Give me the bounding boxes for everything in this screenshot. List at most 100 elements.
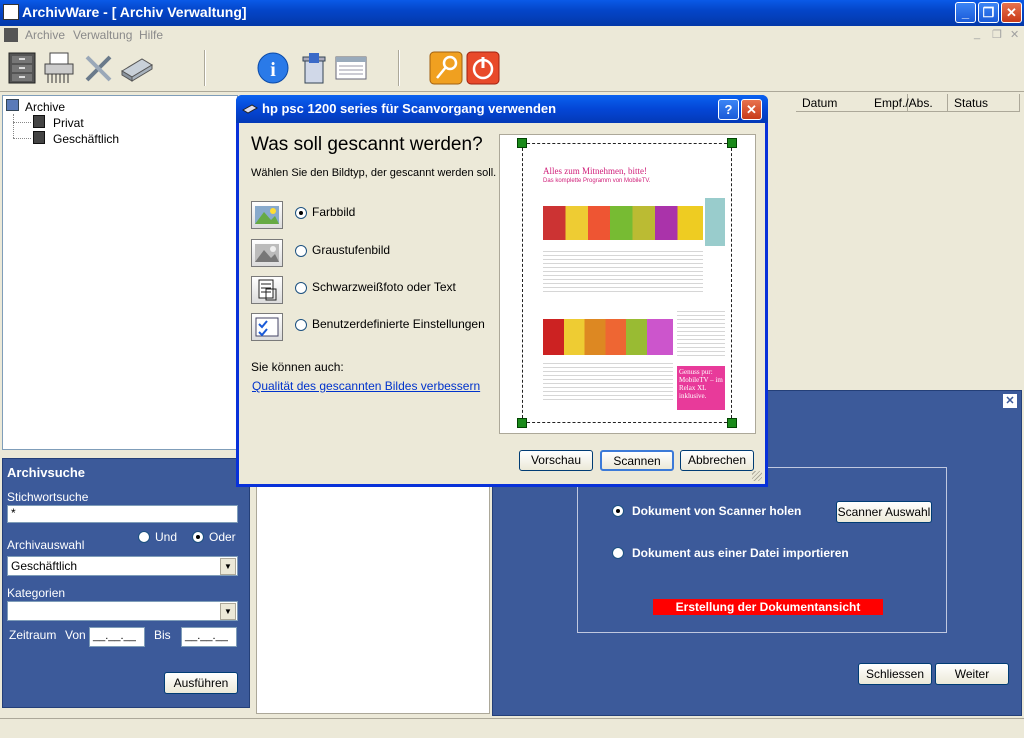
- mdi-restore-icon[interactable]: ❐: [992, 28, 1002, 41]
- power-icon[interactable]: [466, 51, 500, 85]
- preview-subline: Das komplette Programm von MobileTV.: [543, 178, 651, 184]
- preview-button[interactable]: Vorschau: [519, 450, 593, 471]
- or-radio[interactable]: [192, 531, 204, 543]
- toolbar-separator: [398, 50, 400, 86]
- archive-search-panel: Archivsuche Stichwortsuche * Und Oder Ar…: [2, 458, 250, 708]
- progress-status-bar: Erstellung der Dokumentansicht: [653, 599, 883, 615]
- period-label: Zeitraum: [9, 628, 57, 642]
- crop-handle[interactable]: [727, 138, 737, 148]
- from-date-input[interactable]: __.__.__: [89, 627, 145, 647]
- scanner-icon[interactable]: [120, 51, 154, 85]
- scanner-select-button[interactable]: Scanner Auswahl: [836, 501, 932, 523]
- file-import-radio[interactable]: [612, 547, 624, 559]
- program-text-block: [677, 308, 725, 358]
- side-banner: [705, 198, 725, 246]
- document-icon: [4, 28, 18, 42]
- scan-button[interactable]: Scannen: [600, 450, 674, 471]
- toolbar: i: [0, 46, 1024, 92]
- color-image-icon[interactable]: [251, 201, 283, 229]
- trash-icon[interactable]: [297, 51, 331, 85]
- dialog-body: Was soll gescannt werden? Wählen Sie den…: [239, 123, 765, 484]
- program-text-block: [543, 248, 703, 292]
- menu-archive[interactable]: Archive: [25, 28, 65, 42]
- tree-connector: [13, 114, 14, 138]
- to-date-input[interactable]: __.__.__: [181, 627, 237, 647]
- toolbar-separator: [204, 50, 206, 86]
- resize-grip[interactable]: [752, 471, 762, 481]
- and-radio[interactable]: [138, 531, 150, 543]
- bw-text-radio[interactable]: [295, 282, 307, 294]
- grayscale-radio[interactable]: [295, 245, 307, 257]
- dialog-heading: Was soll gescannt werden?: [251, 134, 483, 155]
- color-image-radio[interactable]: [295, 207, 307, 219]
- archive-root-icon: [6, 99, 19, 111]
- crop-handle[interactable]: [517, 418, 527, 428]
- scanner-radio[interactable]: [612, 505, 624, 517]
- chevron-down-icon[interactable]: ▼: [220, 603, 236, 620]
- document-preview-panel: [256, 486, 490, 714]
- color-image-label: Farbbild: [312, 205, 356, 219]
- column-status[interactable]: Status: [948, 94, 1020, 112]
- menu-bar: Archive Verwaltung Hilfe _ ❐ ✕: [0, 26, 1024, 46]
- dialog-title-bar: hp psc 1200 series für Scanvorgang verwe…: [236, 95, 768, 123]
- promo-box: Genuss pur: MobileTV – im Relax XL inklu…: [677, 366, 725, 410]
- next-button[interactable]: Weiter: [935, 663, 1009, 685]
- keyword-label: Stichwortsuche: [7, 490, 89, 504]
- help-button[interactable]: ?: [718, 99, 739, 120]
- close-wizard-button[interactable]: Schliessen: [858, 663, 932, 685]
- tree-node-archive[interactable]: Archive: [25, 100, 65, 114]
- scan-preview: Alles zum Mitnehmen, bitte! Das komplett…: [499, 134, 756, 434]
- window-title: ArchivWare - [ Archiv Verwaltung]: [22, 4, 247, 20]
- column-empf-abs[interactable]: Empf./Abs.: [868, 94, 948, 112]
- bw-text-icon[interactable]: [251, 276, 283, 304]
- categories-select[interactable]: ▼: [7, 601, 238, 621]
- custom-settings-icon[interactable]: [251, 313, 283, 341]
- scan-dialog: hp psc 1200 series für Scanvorgang verwe…: [236, 95, 768, 487]
- tools-icon[interactable]: [82, 51, 116, 85]
- custom-settings-radio[interactable]: [295, 319, 307, 331]
- dialog-close-button[interactable]: ✕: [741, 99, 762, 120]
- archive-select[interactable]: Geschäftlich ▼: [7, 556, 238, 576]
- dialog-subheading: Wählen Sie den Bildtyp, der gescannt wer…: [251, 167, 497, 179]
- chevron-down-icon[interactable]: ▼: [220, 558, 236, 575]
- tree-connector: [13, 138, 31, 139]
- tree-node-geschaeftlich[interactable]: Geschäftlich: [53, 132, 119, 146]
- also-label: Sie können auch:: [251, 360, 344, 374]
- key-icon[interactable]: [429, 51, 463, 85]
- scanner-option-label: Dokument von Scanner holen: [632, 504, 802, 518]
- preview-headline: Alles zum Mitnehmen, bitte!: [543, 166, 647, 176]
- maximize-button[interactable]: ❐: [978, 2, 999, 23]
- close-icon[interactable]: ✕: [1003, 394, 1017, 408]
- minimize-button[interactable]: _: [955, 2, 976, 23]
- mdi-close-icon[interactable]: ✕: [1010, 28, 1019, 41]
- crop-handle[interactable]: [517, 138, 527, 148]
- tv-channel-strip: [543, 319, 673, 355]
- form-icon[interactable]: [334, 51, 368, 85]
- info-icon[interactable]: i: [256, 51, 290, 85]
- menu-hilfe[interactable]: Hilfe: [139, 28, 163, 42]
- crop-handle[interactable]: [727, 418, 737, 428]
- tree-node-privat[interactable]: Privat: [53, 116, 84, 130]
- run-search-button[interactable]: Ausführen: [164, 672, 238, 694]
- improve-quality-link[interactable]: Qualität des gescannten Bildes verbesser…: [252, 379, 480, 393]
- archive-tree: Archive Privat Geschäftlich: [2, 95, 238, 450]
- tv-channel-strip: [543, 206, 703, 240]
- keyword-input[interactable]: *: [7, 505, 238, 523]
- scan-selection-area[interactable]: Alles zum Mitnehmen, bitte! Das komplett…: [522, 143, 732, 423]
- dialog-title: hp psc 1200 series für Scanvorgang verwe…: [262, 101, 557, 116]
- archive-select-value: Geschäftlich: [11, 559, 78, 573]
- menu-verwaltung[interactable]: Verwaltung: [73, 28, 132, 42]
- cancel-button[interactable]: Abbrechen: [680, 450, 754, 471]
- mdi-minimize-icon[interactable]: _: [974, 28, 980, 40]
- cabinet-icon: [33, 131, 45, 144]
- program-text-block: [543, 360, 673, 400]
- grayscale-image-icon[interactable]: [251, 239, 283, 267]
- app-icon: [3, 4, 19, 20]
- scanner-icon: [242, 104, 258, 114]
- cabinet-icon[interactable]: [5, 51, 39, 85]
- close-button[interactable]: ✕: [1001, 2, 1022, 23]
- categories-label: Kategorien: [7, 586, 66, 600]
- shredder-icon[interactable]: [42, 51, 76, 85]
- bw-text-label: Schwarzweißfoto oder Text: [312, 280, 456, 294]
- file-import-option-label: Dokument aus einer Datei importieren: [632, 546, 849, 560]
